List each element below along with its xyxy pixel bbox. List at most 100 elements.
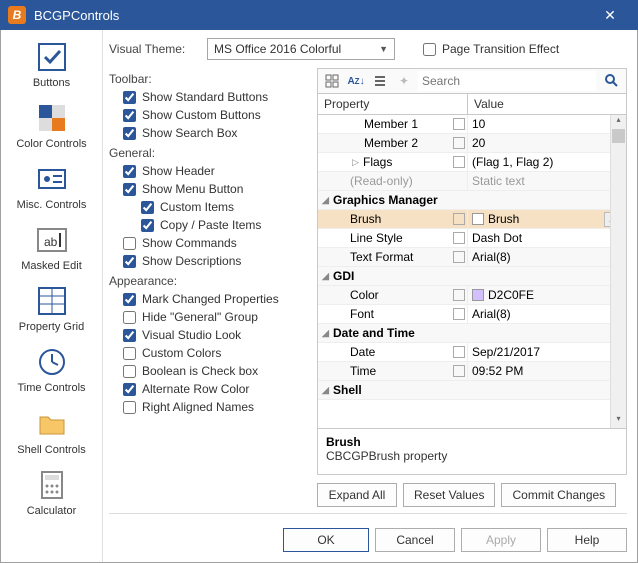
header-property[interactable]: Property (318, 94, 468, 114)
property-value[interactable]: Arial(8) (472, 250, 511, 264)
property-value[interactable]: D2C0FE (488, 288, 534, 302)
expander-icon[interactable]: ◢ (320, 271, 331, 282)
reset-values-button[interactable]: Reset Values (403, 483, 495, 507)
property-value[interactable]: 20 (472, 136, 485, 150)
sidebar-item-time-controls[interactable]: Time Controls (1, 339, 102, 400)
option-visual-studio-look[interactable]: Visual Studio Look (109, 326, 305, 344)
page-transition-checkbox[interactable]: Page Transition Effect (423, 42, 559, 56)
property-value[interactable]: Dash Dot (472, 231, 522, 245)
sidebar-item-misc-controls[interactable]: Misc. Controls (1, 156, 102, 217)
checkbox-input[interactable] (123, 183, 136, 196)
option-show-search-box[interactable]: Show Search Box (109, 124, 305, 142)
grid-row[interactable]: DateSep/21/2017 (318, 343, 626, 362)
checkbox-label: Visual Studio Look (142, 328, 241, 342)
checkbox-input[interactable] (141, 219, 154, 232)
expand-all-button[interactable]: Expand All (317, 483, 397, 507)
checkbox-input[interactable] (123, 365, 136, 378)
grid-body[interactable]: Member 110Member 220▷Flags(Flag 1, Flag … (317, 115, 627, 429)
grid-row[interactable]: Line StyleDash Dot (318, 229, 626, 248)
scroll-down-icon[interactable]: ▾ (611, 414, 626, 428)
expander-icon[interactable]: ▷ (350, 157, 361, 168)
checkbox-input[interactable] (141, 201, 154, 214)
option-mark-changed-properties[interactable]: Mark Changed Properties (109, 290, 305, 308)
checkbox-input[interactable] (123, 109, 136, 122)
option-show-custom-buttons[interactable]: Show Custom Buttons (109, 106, 305, 124)
scroll-thumb[interactable] (612, 129, 625, 143)
alphabetical-icon[interactable]: AZ↓ (346, 71, 366, 91)
checkbox-input[interactable] (123, 383, 136, 396)
scroll-up-icon[interactable]: ▴ (611, 115, 626, 129)
option-custom-items[interactable]: Custom Items (109, 198, 305, 216)
property-value[interactable]: (Flag 1, Flag 2) (472, 155, 553, 169)
checkbox-input[interactable] (123, 329, 136, 342)
property-value[interactable]: Static text (472, 174, 525, 188)
page-transition-input[interactable] (423, 43, 436, 56)
menu-icon[interactable] (370, 71, 390, 91)
grid-row[interactable]: Text FormatArial(8) (318, 248, 626, 267)
grid-category-row[interactable]: ◢Graphics Manager (318, 191, 626, 210)
grid-row[interactable]: Time09:52 PM (318, 362, 626, 381)
option-show-menu-button[interactable]: Show Menu Button (109, 180, 305, 198)
checkbox-input[interactable] (123, 165, 136, 178)
option-alternate-row-color[interactable]: Alternate Row Color (109, 380, 305, 398)
option-custom-colors[interactable]: Custom Colors (109, 344, 305, 362)
option-copy-paste-items[interactable]: Copy / Paste Items (109, 216, 305, 234)
grid-category-row[interactable]: ◢GDI (318, 267, 626, 286)
ok-button[interactable]: OK (283, 528, 369, 552)
checkbox-input[interactable] (123, 347, 136, 360)
grid-category-row[interactable]: ◢Shell (318, 381, 626, 400)
apply-button[interactable]: Apply (461, 528, 541, 552)
sidebar-item-masked-edit[interactable]: abMasked Edit (1, 217, 102, 278)
option-boolean-is-check-box[interactable]: Boolean is Check box (109, 362, 305, 380)
expander-icon[interactable]: ◢ (320, 385, 331, 396)
option-show-descriptions[interactable]: Show Descriptions (109, 252, 305, 270)
sidebar-item-buttons[interactable]: Buttons (1, 34, 102, 95)
help-button[interactable]: Help (547, 528, 627, 552)
search-input[interactable] (418, 71, 596, 91)
vertical-scrollbar[interactable]: ▴ ▾ (610, 115, 626, 428)
grid-category-row[interactable]: ◢Date and Time (318, 324, 626, 343)
grid-row[interactable]: ▷Flags(Flag 1, Flag 2) (318, 153, 626, 172)
sidebar-item-color-controls[interactable]: Color Controls (1, 95, 102, 156)
expander-icon[interactable]: ◢ (320, 195, 331, 206)
options-panel: Toolbar:Show Standard ButtonsShow Custom… (109, 68, 309, 507)
visual-theme-combo[interactable]: MS Office 2016 Colorful ▼ (207, 38, 395, 60)
property-value[interactable]: Sep/21/2017 (472, 345, 540, 359)
checkbox-input[interactable] (123, 401, 136, 414)
property-value[interactable]: Brush (488, 212, 519, 226)
property-value[interactable]: 09:52 PM (472, 364, 523, 378)
grid-row[interactable]: (Read-only)Static text (318, 172, 626, 191)
sidebar-item-calculator[interactable]: Calculator (1, 462, 102, 523)
grid-row[interactable]: BrushBrush... (318, 210, 626, 229)
checkbox-input[interactable] (123, 293, 136, 306)
sidebar-item-property-grid[interactable]: Property Grid (1, 278, 102, 339)
property-value[interactable]: Arial(8) (472, 307, 511, 321)
checkbox-input[interactable] (123, 255, 136, 268)
close-icon[interactable]: ✕ (590, 7, 630, 24)
wand-icon[interactable]: ✦ (394, 71, 414, 91)
property-value[interactable]: 10 (472, 117, 485, 131)
property-name: Color (350, 288, 379, 302)
expander-icon[interactable]: ◢ (320, 328, 331, 339)
option-show-header[interactable]: Show Header (109, 162, 305, 180)
header-value[interactable]: Value (468, 94, 626, 114)
option-show-standard-buttons[interactable]: Show Standard Buttons (109, 88, 305, 106)
checkbox-input[interactable] (123, 237, 136, 250)
option-hide-general-group[interactable]: Hide "General" Group (109, 308, 305, 326)
sidebar-item-label: Misc. Controls (17, 199, 87, 211)
cancel-button[interactable]: Cancel (375, 528, 455, 552)
grid-row[interactable]: Member 110 (318, 115, 626, 134)
sidebar-item-label: Property Grid (19, 321, 84, 333)
checkbox-input[interactable] (123, 127, 136, 140)
option-show-commands[interactable]: Show Commands (109, 234, 305, 252)
sidebar-item-shell-controls[interactable]: Shell Controls (1, 401, 102, 462)
commit-changes-button[interactable]: Commit Changes (501, 483, 616, 507)
grid-row[interactable]: FontArial(8) (318, 305, 626, 324)
checkbox-input[interactable] (123, 311, 136, 324)
grid-row[interactable]: Color D2C0FE (318, 286, 626, 305)
grid-row[interactable]: Member 220 (318, 134, 626, 153)
search-icon[interactable] (600, 73, 622, 90)
option-right-aligned-names[interactable]: Right Aligned Names (109, 398, 305, 416)
categorized-icon[interactable] (322, 71, 342, 91)
checkbox-input[interactable] (123, 91, 136, 104)
